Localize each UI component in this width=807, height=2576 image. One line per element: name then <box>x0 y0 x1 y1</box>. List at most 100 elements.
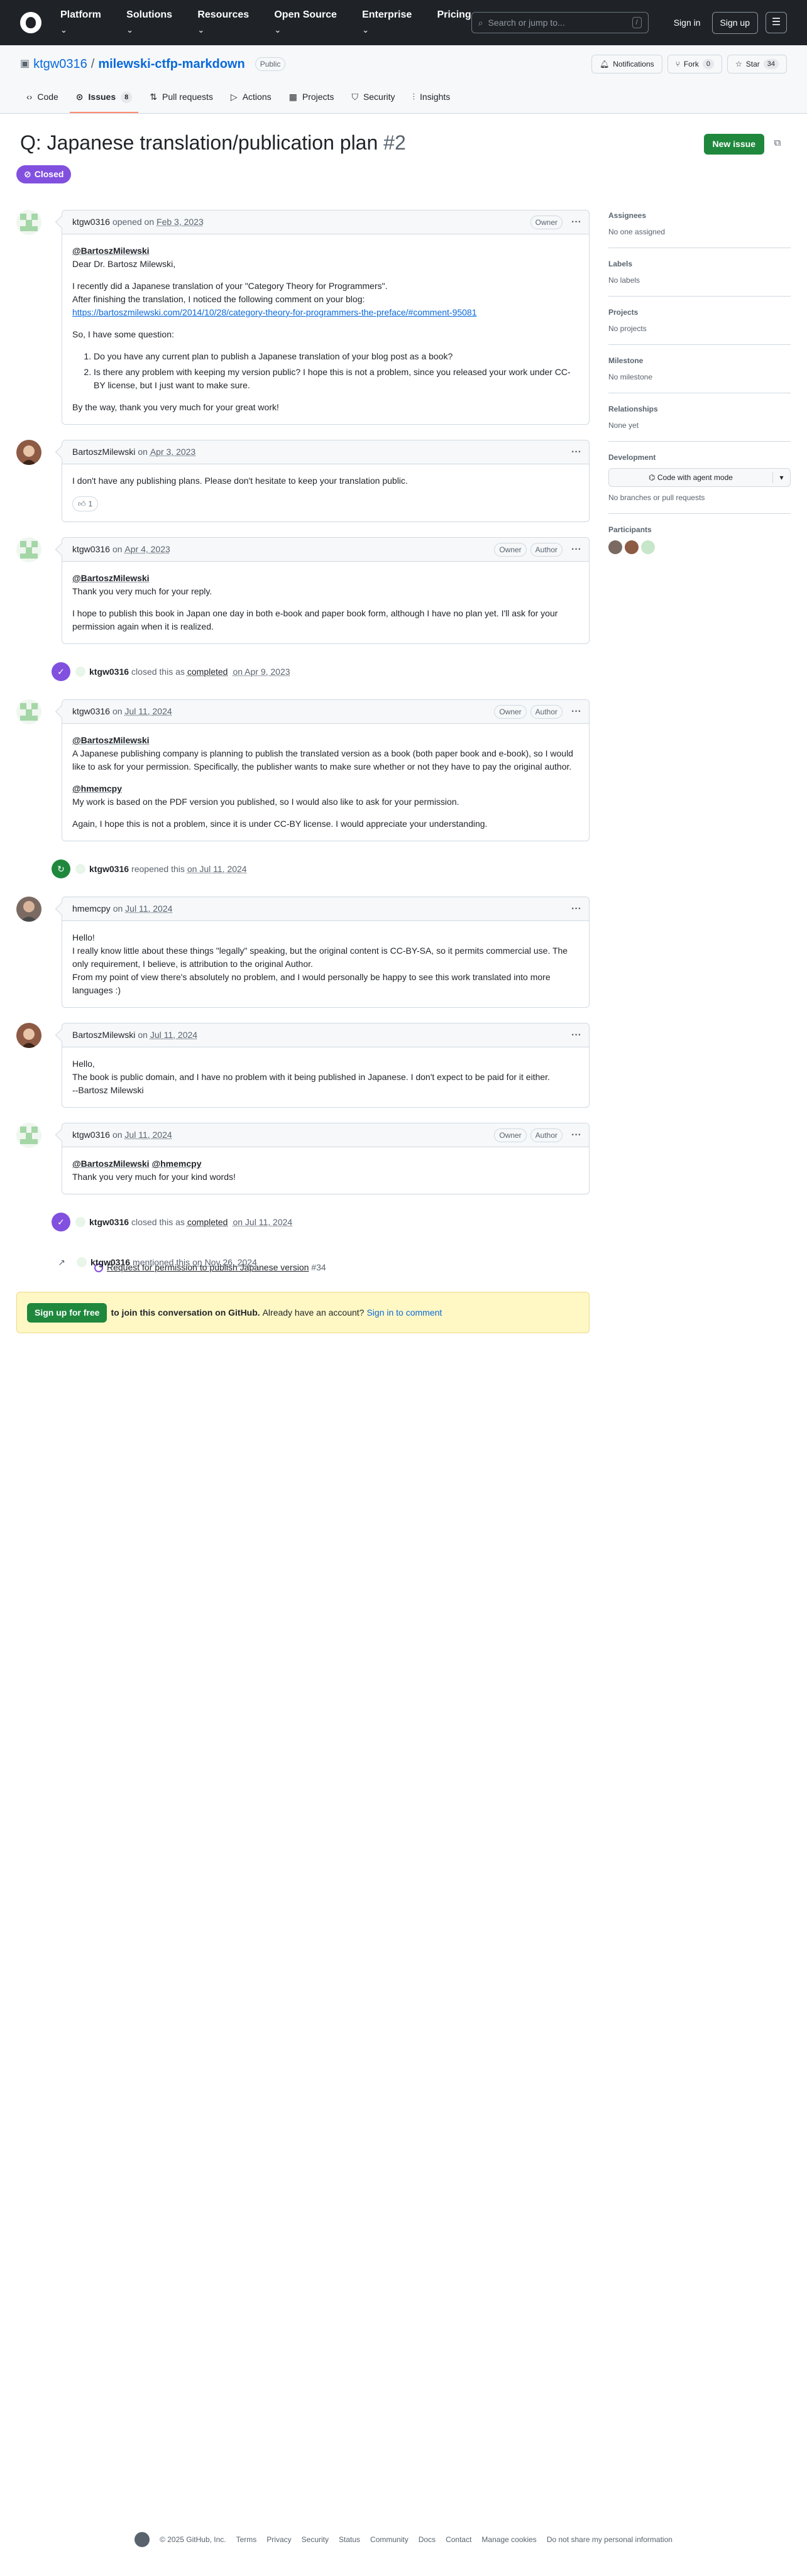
kebab-icon[interactable]: ··· <box>571 704 581 719</box>
avatar[interactable] <box>75 1217 85 1227</box>
avatar[interactable] <box>75 667 85 677</box>
event-actor[interactable]: ktgw0316 <box>89 665 129 679</box>
comment-author[interactable]: BartoszMilewski <box>72 445 135 459</box>
footer-copyright: © 2025 GitHub, Inc. <box>160 2535 226 2544</box>
nav-resources[interactable]: Resources <box>197 8 258 38</box>
comment-timestamp[interactable]: Apr 3, 2023 <box>150 445 195 459</box>
kebab-icon[interactable]: ··· <box>571 542 581 557</box>
user-mention[interactable]: @BartoszMilewski <box>72 735 150 745</box>
search-input[interactable]: ⌕ Search or jump to... / <box>471 12 649 33</box>
tab-code[interactable]: ‹› Code <box>20 90 65 113</box>
comment-timestamp[interactable]: Apr 4, 2023 <box>124 543 170 556</box>
participant-avatar[interactable] <box>608 540 622 554</box>
sign-in-link[interactable]: Sign in <box>666 13 708 33</box>
user-mention[interactable]: @BartoszMilewski <box>72 1159 150 1169</box>
avatar[interactable] <box>16 1023 41 1048</box>
user-mention[interactable]: @BartoszMilewski <box>72 573 150 583</box>
comment-box: ktgw0316 on Apr 4, 2023 Owner Author ··· @… <box>62 537 590 644</box>
star-button[interactable]: ☆ Star 34 <box>727 55 787 74</box>
tab-insights[interactable]: ⫶ Insights <box>407 90 457 113</box>
comment-verb: on <box>112 1130 123 1140</box>
footer-link[interactable]: Contact <box>446 2534 471 2545</box>
sign-up-for-free-button[interactable]: Sign up for free <box>27 1302 107 1323</box>
comment-timestamp[interactable]: Jul 11, 2024 <box>150 1029 197 1042</box>
footer-link[interactable]: Community <box>370 2534 409 2545</box>
user-mention[interactable]: @BartoszMilewski <box>72 246 150 256</box>
event-actor[interactable]: ktgw0316 <box>89 1216 129 1229</box>
nav-platform[interactable]: Platform <box>60 8 110 38</box>
footer-link[interactable]: Status <box>339 2534 360 2545</box>
avatar[interactable] <box>16 537 41 562</box>
footer-link[interactable]: Docs <box>419 2534 436 2545</box>
menu-icon[interactable]: ☰ <box>766 12 787 33</box>
event-timestamp[interactable]: on Nov 26, 2024 <box>192 1256 257 1269</box>
blog-comment-link[interactable]: https://bartoszmilewski.com/2014/10/28/c… <box>72 307 477 317</box>
comment-text: Thank you very much for your kind words! <box>72 1172 236 1182</box>
event-state-link[interactable]: completed <box>187 1216 228 1229</box>
event-actor[interactable]: ktgw0316 <box>89 863 129 876</box>
comment-timestamp[interactable]: Jul 11, 2024 <box>124 1128 172 1142</box>
event-timestamp[interactable]: on Jul 11, 2024 <box>233 1216 292 1229</box>
avatar[interactable] <box>16 210 41 235</box>
repo-name-link[interactable]: milewski-ctfp-markdown <box>98 57 244 71</box>
code-with-agent-button[interactable]: ⌬ Code with agent mode ▾ <box>608 468 791 487</box>
comment-author[interactable]: ktgw0316 <box>72 216 110 229</box>
new-issue-button[interactable]: New issue <box>703 134 764 155</box>
chevron-down-icon[interactable]: ▾ <box>772 472 790 483</box>
tab-actions[interactable]: ▷ Actions <box>224 90 278 113</box>
kebab-icon[interactable]: ··· <box>571 1028 581 1043</box>
footer-link[interactable]: Do not share my personal information <box>547 2534 672 2545</box>
avatar[interactable] <box>75 864 85 874</box>
sign-up-button[interactable]: Sign up <box>711 11 758 34</box>
thumbs-up-reaction[interactable]: 👍︎ 1 <box>72 496 99 511</box>
tab-pull-requests[interactable]: ⇅ Pull requests <box>143 90 219 113</box>
nav-open-source[interactable]: Open Source <box>274 8 346 38</box>
footer-link[interactable]: Terms <box>236 2534 257 2545</box>
event-actor[interactable]: ktgw0316 <box>91 1256 130 1269</box>
copy-icon[interactable]: ⧉ <box>768 134 787 153</box>
avatar[interactable] <box>16 440 41 465</box>
avatar[interactable] <box>77 1257 87 1267</box>
participant-avatar[interactable] <box>641 540 655 554</box>
kebab-icon[interactable]: ··· <box>571 445 581 460</box>
fork-button[interactable]: ⑂ Fork 0 <box>667 55 722 74</box>
comment-author[interactable]: ktgw0316 <box>72 543 110 556</box>
comment-author[interactable]: ktgw0316 <box>72 1128 110 1142</box>
event-state-link[interactable]: completed <box>187 665 228 679</box>
repo-icon: ▣ <box>20 58 30 69</box>
comment-body: @BartoszMilewski Dear Dr. Bartosz Milewsk… <box>62 234 589 424</box>
comment-author[interactable]: hmemcpy <box>72 902 111 915</box>
comment-header: ktgw0316 on Apr 4, 2023 Owner Author ··· <box>62 538 589 562</box>
comment-timestamp[interactable]: Feb 3, 2023 <box>156 216 204 229</box>
footer-link[interactable]: Manage cookies <box>481 2534 536 2545</box>
user-mention[interactable]: @hmemcpy <box>72 783 122 794</box>
tab-security[interactable]: ⛉ Security <box>345 90 401 113</box>
event-timestamp[interactable]: on Apr 9, 2023 <box>233 665 290 679</box>
comment-timestamp[interactable]: Jul 11, 2024 <box>125 902 172 915</box>
repo-owner-link[interactable]: ktgw0316 <box>33 55 87 74</box>
footer-link[interactable]: Security <box>302 2534 329 2545</box>
participant-avatar[interactable] <box>625 540 639 554</box>
avatar[interactable] <box>16 1123 41 1148</box>
avatar[interactable] <box>16 699 41 724</box>
comment-author[interactable]: BartoszMilewski <box>72 1029 135 1042</box>
footer: © 2025 GitHub, Inc. Terms Privacy Securi… <box>0 2532 807 2547</box>
sign-in-to-comment-link[interactable]: Sign in to comment <box>366 1306 442 1319</box>
notifications-button[interactable]: 🔔︎ Notifications <box>591 55 662 74</box>
github-logo-icon[interactable] <box>20 12 41 33</box>
comment-timestamp[interactable]: Jul 11, 2024 <box>124 705 172 718</box>
nav-pricing[interactable]: Pricing <box>437 8 471 38</box>
kebab-icon[interactable]: ··· <box>571 902 581 917</box>
event-timestamp[interactable]: on Jul 11, 2024 <box>187 863 247 876</box>
comment-author[interactable]: ktgw0316 <box>72 705 110 718</box>
nav-solutions[interactable]: Solutions <box>126 8 181 38</box>
footer-link[interactable]: Privacy <box>266 2534 291 2545</box>
tab-projects[interactable]: ▦ Projects <box>283 90 341 113</box>
user-mention[interactable]: @hmemcpy <box>151 1159 201 1169</box>
github-mark-icon[interactable] <box>134 2532 150 2547</box>
nav-enterprise[interactable]: Enterprise <box>362 8 420 38</box>
kebab-icon[interactable]: ··· <box>571 215 581 230</box>
tab-issues[interactable]: ⊙ Issues 8 <box>69 90 139 113</box>
avatar[interactable] <box>16 897 41 922</box>
kebab-icon[interactable]: ··· <box>571 1128 581 1143</box>
